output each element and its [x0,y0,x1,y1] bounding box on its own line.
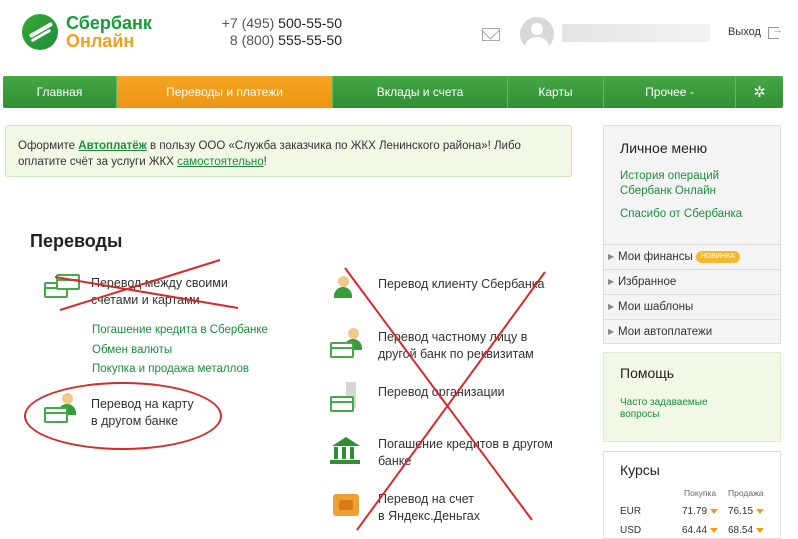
sberbank-logo[interactable]: Сбербанк Онлайн [22,14,152,50]
operations-history-link[interactable]: История операций Сбербанк Онлайн [620,169,719,199]
nav-other[interactable]: Прочее - [604,76,736,108]
header: Сбербанк Онлайн +7 (495) 500-55-50 8 (80… [0,0,798,72]
faq-link[interactable]: Часто задаваемые вопросы [620,397,730,421]
loan-repay-link[interactable]: Погашение кредита в Сбербанке [92,324,268,336]
person-card-icon [330,328,362,358]
nav-main[interactable]: Главная [3,76,117,108]
down-arrow-icon [756,527,765,533]
rates-title: Курсы [620,462,660,478]
main-nav: Главная Переводы и платежи Вклады и счет… [3,76,783,108]
cards-exchange-icon [44,270,80,300]
personal-menu: Личное меню История операций Сбербанк Он… [603,125,781,344]
nav-deposits-accounts[interactable]: Вклады и счета [333,76,508,108]
currency-exchange-link[interactable]: Обмен валюты [92,344,172,356]
help-title: Помощь [620,365,675,381]
metals-link[interactable]: Покупка и продажа металлов [92,363,249,375]
logout-icon[interactable] [768,24,783,39]
autopay-notice: Оформите Автоплатёж в пользу ООО «Служба… [5,125,572,177]
rate-sell: 68.54 [728,525,765,536]
logo-line1: Сбербанк [66,13,152,33]
mail-icon[interactable] [482,28,500,41]
arrow-right-icon: ▶ [608,277,615,286]
avatar[interactable] [520,17,554,51]
sell-header: Продажа [728,488,764,498]
nav-cards[interactable]: Карты [508,76,604,108]
other-bank-loan-repay[interactable]: Погашение кредитов в другом банке [378,436,553,470]
yandex-wallet-icon [333,490,363,520]
help-panel: Помощь Часто задаваемые вопросы [603,352,781,442]
rates-panel: Курсы Покупка Продажа EUR 71.79 76.15 US… [603,451,781,539]
favorites-row[interactable]: ▶ Избранное [604,269,780,294]
rate-currency: EUR [620,506,642,517]
organization-card-icon [330,382,360,412]
autopay-link[interactable]: Автоплатёж [78,140,147,152]
client-transfer[interactable]: Перевод клиенту Сбербанка [378,276,545,293]
rate-buy: 64.44 [682,525,719,536]
highlight-oval [24,382,222,450]
down-arrow-icon [710,508,719,514]
arrow-right-icon: ▶ [608,302,615,311]
my-finances-row[interactable]: ▶ Мои финансы НОВИНКА [604,244,780,269]
nav-transfers-payments[interactable]: Переводы и платежи [117,76,333,108]
down-arrow-icon [710,527,719,533]
logout-link[interactable]: Выход [728,26,761,38]
down-arrow-icon [756,508,765,514]
person-icon [330,274,360,304]
private-person-transfer[interactable]: Перевод частному лицу в другой банк по р… [378,329,534,363]
phone-numbers: +7 (495) 500-55-50 8 (800) 555-55-50 [215,15,342,49]
rate-currency: USD [620,525,642,536]
my-templates-row[interactable]: ▶ Мои шаблоны [604,294,780,319]
bank-building-icon [330,437,360,467]
organization-transfer[interactable]: Перевод организации [378,384,505,401]
new-badge: НОВИНКА [695,250,740,263]
logo-line2: Онлайн [66,31,135,51]
arrow-right-icon: ▶ [608,327,615,336]
buy-header: Покупка [684,488,717,498]
personal-menu-title: Личное меню [620,140,708,156]
sberbank-logo-icon [22,14,58,50]
transfers-title: Переводы [30,231,123,251]
my-autopayments-row[interactable]: ▶ Мои автоплатежи [604,319,780,344]
yandex-money-transfer[interactable]: Перевод на счет в Яндекс.Деньгах [378,491,480,525]
rate-buy: 71.79 [682,506,719,517]
spasibo-link[interactable]: Спасибо от Сбербанка [620,207,742,222]
username-blurred [562,24,710,42]
rate-sell: 76.15 [728,506,765,517]
arrow-right-icon: ▶ [608,252,615,261]
settings-gear-icon[interactable]: ✲ [736,76,783,108]
phone-1: +7 (495) 500-55-50 [221,15,342,31]
pay-self-link[interactable]: самостоятельно [177,156,264,168]
phone-2: 8 (800) 555-55-50 [229,32,342,48]
own-accounts-transfer[interactable]: Перевод между своими счетами и картами [91,275,228,309]
